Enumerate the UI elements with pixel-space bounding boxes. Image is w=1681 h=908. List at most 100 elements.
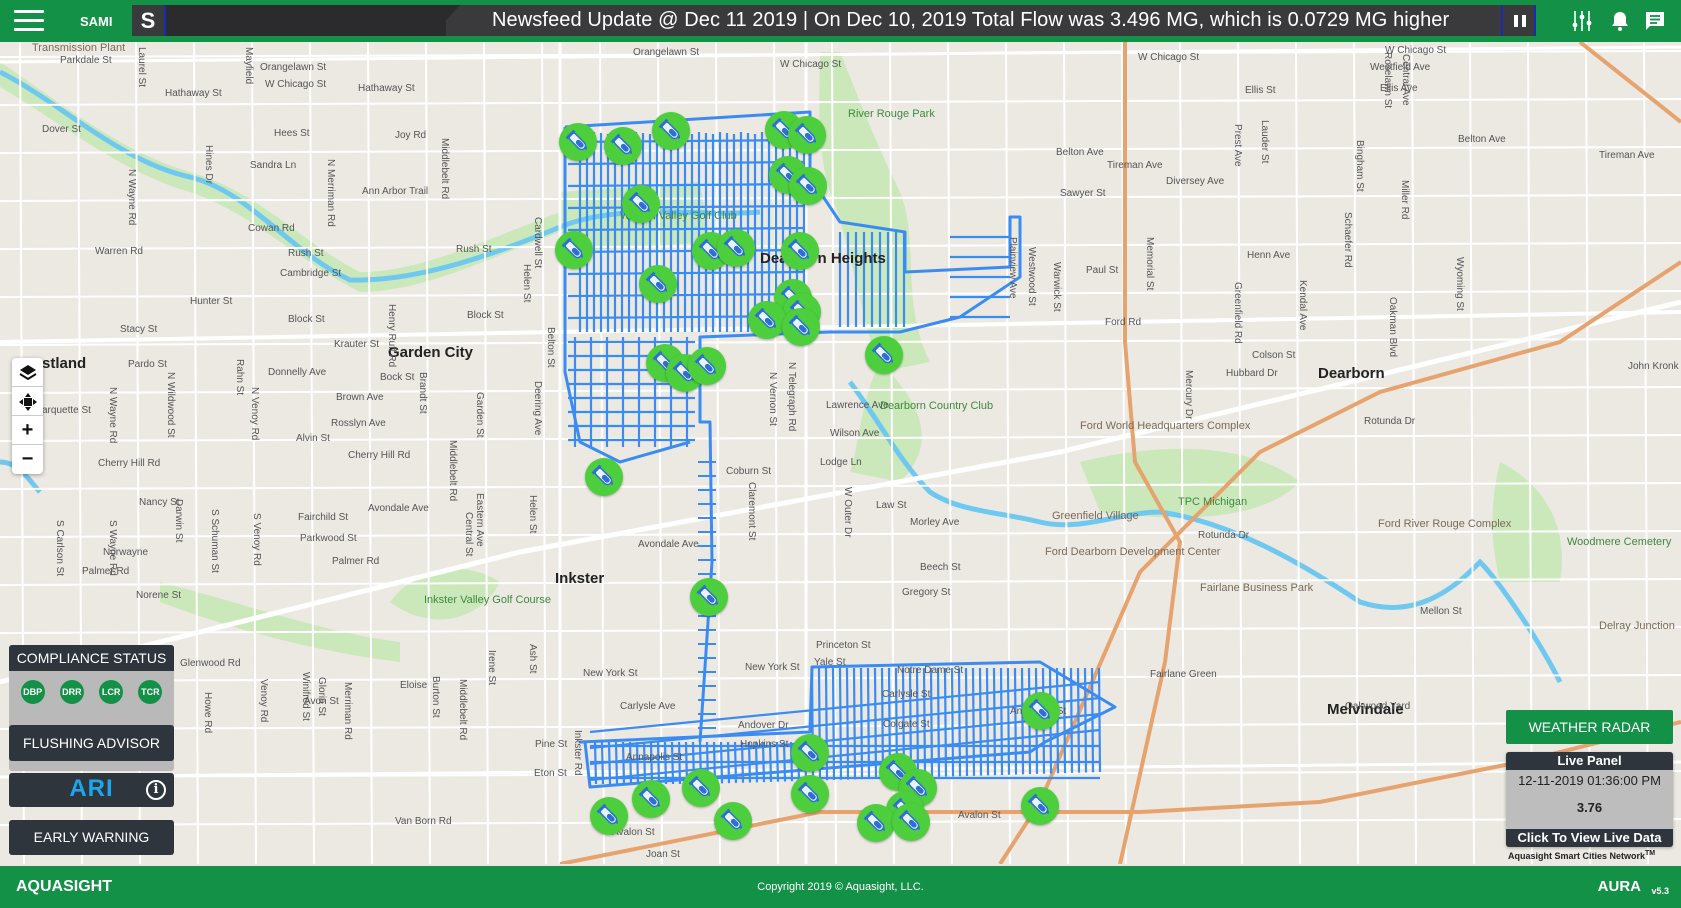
street-label: Pardo St <box>128 359 167 370</box>
live-panel-timestamp: 12-11-2019 01:36:00 PM <box>1518 773 1661 788</box>
poi-label: Ford World Headquarters Complex <box>1080 420 1251 432</box>
street-label: Princeton St <box>816 640 871 651</box>
street-label: Lawrence Ave <box>826 400 889 411</box>
sample-station-marker[interactable] <box>690 578 728 616</box>
early-warning-button[interactable]: EARLY WARNING <box>9 820 174 855</box>
sample-station-marker[interactable] <box>652 112 690 150</box>
sample-station-marker[interactable] <box>892 803 930 841</box>
layers-icon <box>18 365 37 381</box>
street-label: N Merriman Rd <box>325 159 336 227</box>
sample-station-marker[interactable] <box>791 734 829 772</box>
badge-dbp[interactable]: DBP <box>20 680 45 704</box>
street-label: Belton St <box>545 327 556 368</box>
test-tube-icon <box>871 342 893 364</box>
bell-icon[interactable] <box>1608 9 1632 33</box>
street-label: Hathaway St <box>165 88 222 99</box>
sample-station-marker[interactable] <box>781 232 819 270</box>
street-label: Warren Rd <box>95 246 143 257</box>
sample-station-marker[interactable] <box>632 780 670 818</box>
sample-station-marker[interactable] <box>788 116 826 154</box>
sample-station-marker[interactable] <box>555 231 593 269</box>
test-tube-icon <box>720 808 742 830</box>
zoom-in-button[interactable]: + <box>12 416 43 445</box>
street-label: Avalon St <box>958 810 1001 821</box>
street-label: Carlysle Ave <box>620 701 676 712</box>
street-label: Mayfield <box>243 47 254 85</box>
ticker-background <box>166 5 446 36</box>
compliance-status-title[interactable]: COMPLIANCE STATUS <box>9 645 174 671</box>
street-label: Rosslyn Ave <box>331 418 386 429</box>
sample-station-marker[interactable] <box>1021 787 1059 825</box>
sample-station-marker[interactable] <box>865 336 903 374</box>
menu-icon[interactable] <box>14 10 44 32</box>
sample-station-marker[interactable] <box>585 458 623 496</box>
sample-station-marker[interactable] <box>782 308 820 346</box>
info-icon[interactable]: i <box>146 780 166 800</box>
network-note-text: Aquasight Smart Cities Network <box>1508 851 1646 861</box>
test-tube-icon <box>898 809 920 831</box>
road <box>0 482 1681 490</box>
sample-station-marker[interactable] <box>714 802 752 840</box>
street-label: Miller Rd <box>1399 180 1410 220</box>
sample-station-marker[interactable] <box>688 347 726 385</box>
badge-tcr[interactable]: TCR <box>138 680 163 704</box>
view-live-data-button[interactable]: Click To View Live Data <box>1506 829 1673 847</box>
street-label: Hopkins St <box>740 739 789 750</box>
message-icon[interactable] <box>1643 9 1667 33</box>
map-view[interactable]: Garden CityDearbornInksterMelvindaleWayn… <box>0 42 1681 864</box>
street-label: Rahn St <box>234 359 245 396</box>
sample-station-marker[interactable] <box>604 127 642 165</box>
street-label: Cherry Hill Rd <box>98 458 161 469</box>
sample-station-marker[interactable] <box>789 167 827 205</box>
water-pipe <box>1006 667 1011 775</box>
sliders-icon[interactable] <box>1570 9 1594 33</box>
pan-button[interactable] <box>12 387 43 416</box>
street-label: Fairlane Green <box>1150 669 1217 680</box>
road <box>1411 42 1417 864</box>
street-label: Helen St <box>521 264 532 303</box>
flushing-advisor-button[interactable]: FLUSHING ADVISOR <box>9 725 174 761</box>
sample-station-marker[interactable] <box>857 804 895 842</box>
street-label: Orangelawn St <box>260 62 327 73</box>
sample-station-marker[interactable] <box>682 769 720 807</box>
street-label: Inkster Rd <box>572 730 583 776</box>
street-label: Eastern Ave <box>474 493 485 547</box>
poi-label: Inkster Valley Golf Course <box>424 594 551 606</box>
layers-button[interactable] <box>12 358 43 387</box>
road <box>0 818 1681 826</box>
pause-button[interactable] <box>1501 5 1536 36</box>
street-label: Greenfield Rd <box>1232 282 1243 344</box>
sample-station-marker[interactable] <box>717 229 755 267</box>
street-label: Hubbard Dr <box>1226 368 1278 379</box>
water-pipe <box>936 667 941 777</box>
street-label: Wilson Ave <box>830 428 880 439</box>
test-tube-icon <box>696 584 718 606</box>
ari-button[interactable]: ARI i <box>9 773 174 807</box>
zoom-out-button[interactable]: − <box>12 445 43 474</box>
sample-station-marker[interactable] <box>639 265 677 303</box>
street-label: Morley Ave <box>910 517 960 528</box>
poi-label: River Rouge Park <box>848 108 935 120</box>
weather-radar-button[interactable]: WEATHER RADAR <box>1506 710 1673 744</box>
street-label: N Venoy Rd <box>249 387 260 441</box>
street-label: Burton St <box>430 676 441 718</box>
sample-station-marker[interactable] <box>559 123 597 161</box>
road <box>425 42 431 864</box>
street-label: Middlebelt Rd <box>457 679 468 741</box>
water-pipe <box>929 667 934 778</box>
sample-station-marker[interactable] <box>590 797 628 835</box>
street-label: Stacy St <box>120 324 158 335</box>
sample-station-marker[interactable] <box>748 301 786 339</box>
badge-drr[interactable]: DRR <box>59 680 84 704</box>
street-label: Krauter St <box>334 339 380 350</box>
street-label: Schaefer Rd <box>1342 212 1353 268</box>
city-label: Garden City <box>388 344 474 361</box>
sample-station-marker[interactable] <box>791 775 829 813</box>
sample-station-marker[interactable] <box>622 185 660 223</box>
street-label: John Kronk <box>1628 361 1679 372</box>
sami-label[interactable]: SAMI <box>80 14 113 29</box>
street-label: W Outer Dr <box>842 487 853 538</box>
street-label: W Chicago St <box>1385 45 1447 56</box>
sample-station-marker[interactable] <box>1022 692 1060 730</box>
badge-lcr[interactable]: LCR <box>99 680 124 704</box>
